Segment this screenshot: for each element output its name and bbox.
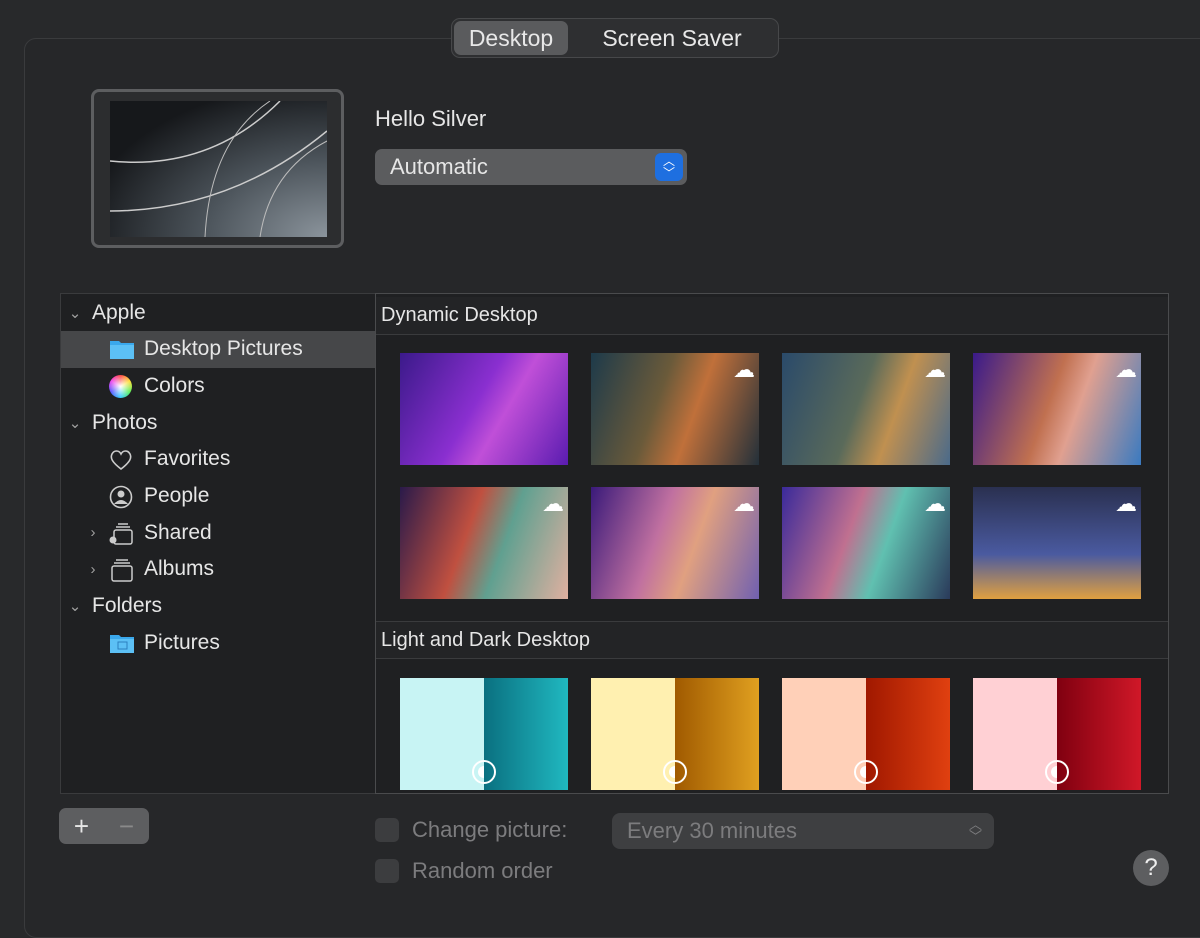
wallpaper-thumbnail[interactable] (400, 678, 568, 790)
group-label: Apple (92, 300, 146, 324)
cloud-download-icon: ☁ (1115, 491, 1137, 516)
random-order-label: Random order (412, 858, 553, 883)
wallpaper-grid: Dynamic Desktop Light and Dark Desktop ☁… (375, 293, 1169, 794)
pictures-folder-icon (109, 632, 135, 654)
sidebar-item-desktop-pictures[interactable]: Desktop Pictures (61, 330, 375, 368)
item-label: Shared (144, 520, 212, 544)
stepper-chevrons-icon: ︿ ﹀ (655, 153, 683, 181)
interval-select[interactable]: Every 30 minutes ︿ ﹀ (612, 813, 994, 849)
sidebar-item-folders[interactable]: ⌄ Folders (61, 588, 375, 625)
sidebar-item-shared[interactable]: › Shared (61, 514, 375, 551)
wallpaper-thumbnail[interactable]: ☁ (782, 353, 950, 465)
cloud-download-icon: ☁ (733, 357, 755, 382)
sidebar-item-people[interactable]: People (61, 478, 375, 515)
section-header: Dynamic Desktop (376, 297, 1168, 335)
wallpaper-thumbnail[interactable]: ☁ (591, 487, 759, 599)
tab-bar: Desktop Screen Saver (451, 18, 779, 58)
wallpaper-thumbnail[interactable]: ☁ (782, 487, 950, 599)
cloud-download-icon: ☁ (924, 357, 946, 382)
group-label: Folders (92, 594, 163, 618)
chevron-right-icon[interactable]: › (85, 524, 101, 541)
light-dark-icon (854, 760, 878, 784)
wallpaper-thumbnail[interactable] (591, 678, 759, 790)
cloud-download-icon: ☁ (1115, 357, 1137, 382)
item-label: Albums (144, 557, 215, 581)
wallpaper-thumbnail[interactable]: ☁ (973, 353, 1141, 465)
change-picture-checkbox[interactable] (375, 818, 399, 842)
interval-value: Every 30 minutes (627, 818, 797, 843)
tab-screen-saver[interactable]: Screen Saver (568, 21, 776, 55)
source-list: ⌄ Apple Desktop Pictures Colors ⌄ Photos Favor… (60, 293, 376, 794)
item-label: Colors (144, 373, 205, 397)
sidebar-item-pictures[interactable]: Pictures (61, 624, 375, 661)
color-wheel-icon (109, 374, 135, 398)
cloud-download-icon: ☁ (733, 491, 755, 516)
wallpaper-preview (91, 89, 344, 248)
remove-button[interactable]: − (104, 811, 149, 842)
random-order-checkbox[interactable] (375, 859, 399, 883)
sidebar-item-apple[interactable]: ⌄ Apple (61, 294, 375, 331)
cloud-download-icon: ☁ (542, 491, 564, 516)
group-label: Photos (92, 410, 158, 434)
sidebar-item-albums[interactable]: › Albums (61, 551, 375, 588)
item-label: Desktop Pictures (144, 337, 303, 361)
folder-icon (109, 338, 135, 360)
appearance-popup[interactable]: Automatic ︿ ﹀ (375, 149, 687, 185)
chevron-down-icon[interactable]: ⌄ (67, 597, 83, 615)
wallpaper-thumbnail[interactable] (400, 353, 568, 465)
sidebar-item-colors[interactable]: Colors (61, 367, 375, 404)
wallpaper-thumbnail[interactable]: ☁ (973, 487, 1141, 599)
albums-icon (109, 558, 135, 583)
cloud-download-icon: ☁ (924, 491, 946, 516)
person-circle-icon (109, 485, 135, 509)
change-picture-label: Change picture: (412, 817, 568, 842)
section-header: Light and Dark Desktop (376, 621, 1168, 659)
light-dark-icon (472, 760, 496, 784)
chevron-down-icon[interactable]: ⌄ (67, 414, 83, 432)
sidebar-item-photos[interactable]: ⌄ Photos (61, 404, 375, 441)
item-label: People (144, 484, 210, 507)
light-dark-icon (663, 760, 687, 784)
wallpaper-thumbnail[interactable] (973, 678, 1141, 790)
tab-desktop[interactable]: Desktop (454, 21, 568, 55)
wallpaper-name: Hello Silver (375, 106, 487, 131)
stepper-chevrons-icon: ︿ ﹀ (968, 817, 982, 844)
chevron-right-icon[interactable]: › (85, 561, 101, 578)
appearance-value: Automatic (390, 154, 488, 179)
chevron-down-icon[interactable]: ⌄ (67, 304, 83, 322)
item-label: Favorites (144, 447, 231, 471)
shared-album-icon (109, 522, 135, 545)
wallpaper-thumbnail[interactable]: ☁ (400, 487, 568, 599)
item-label: Pictures (144, 630, 220, 654)
help-button[interactable]: ? (1133, 850, 1169, 886)
add-remove-control: + − (59, 808, 149, 844)
add-button[interactable]: + (59, 811, 104, 842)
wallpaper-thumbnail[interactable] (782, 678, 950, 790)
sidebar-item-favorites[interactable]: Favorites (61, 441, 375, 478)
light-dark-icon (1045, 760, 1069, 784)
wallpaper-thumbnail[interactable]: ☁ (591, 353, 759, 465)
heart-icon (109, 448, 135, 471)
